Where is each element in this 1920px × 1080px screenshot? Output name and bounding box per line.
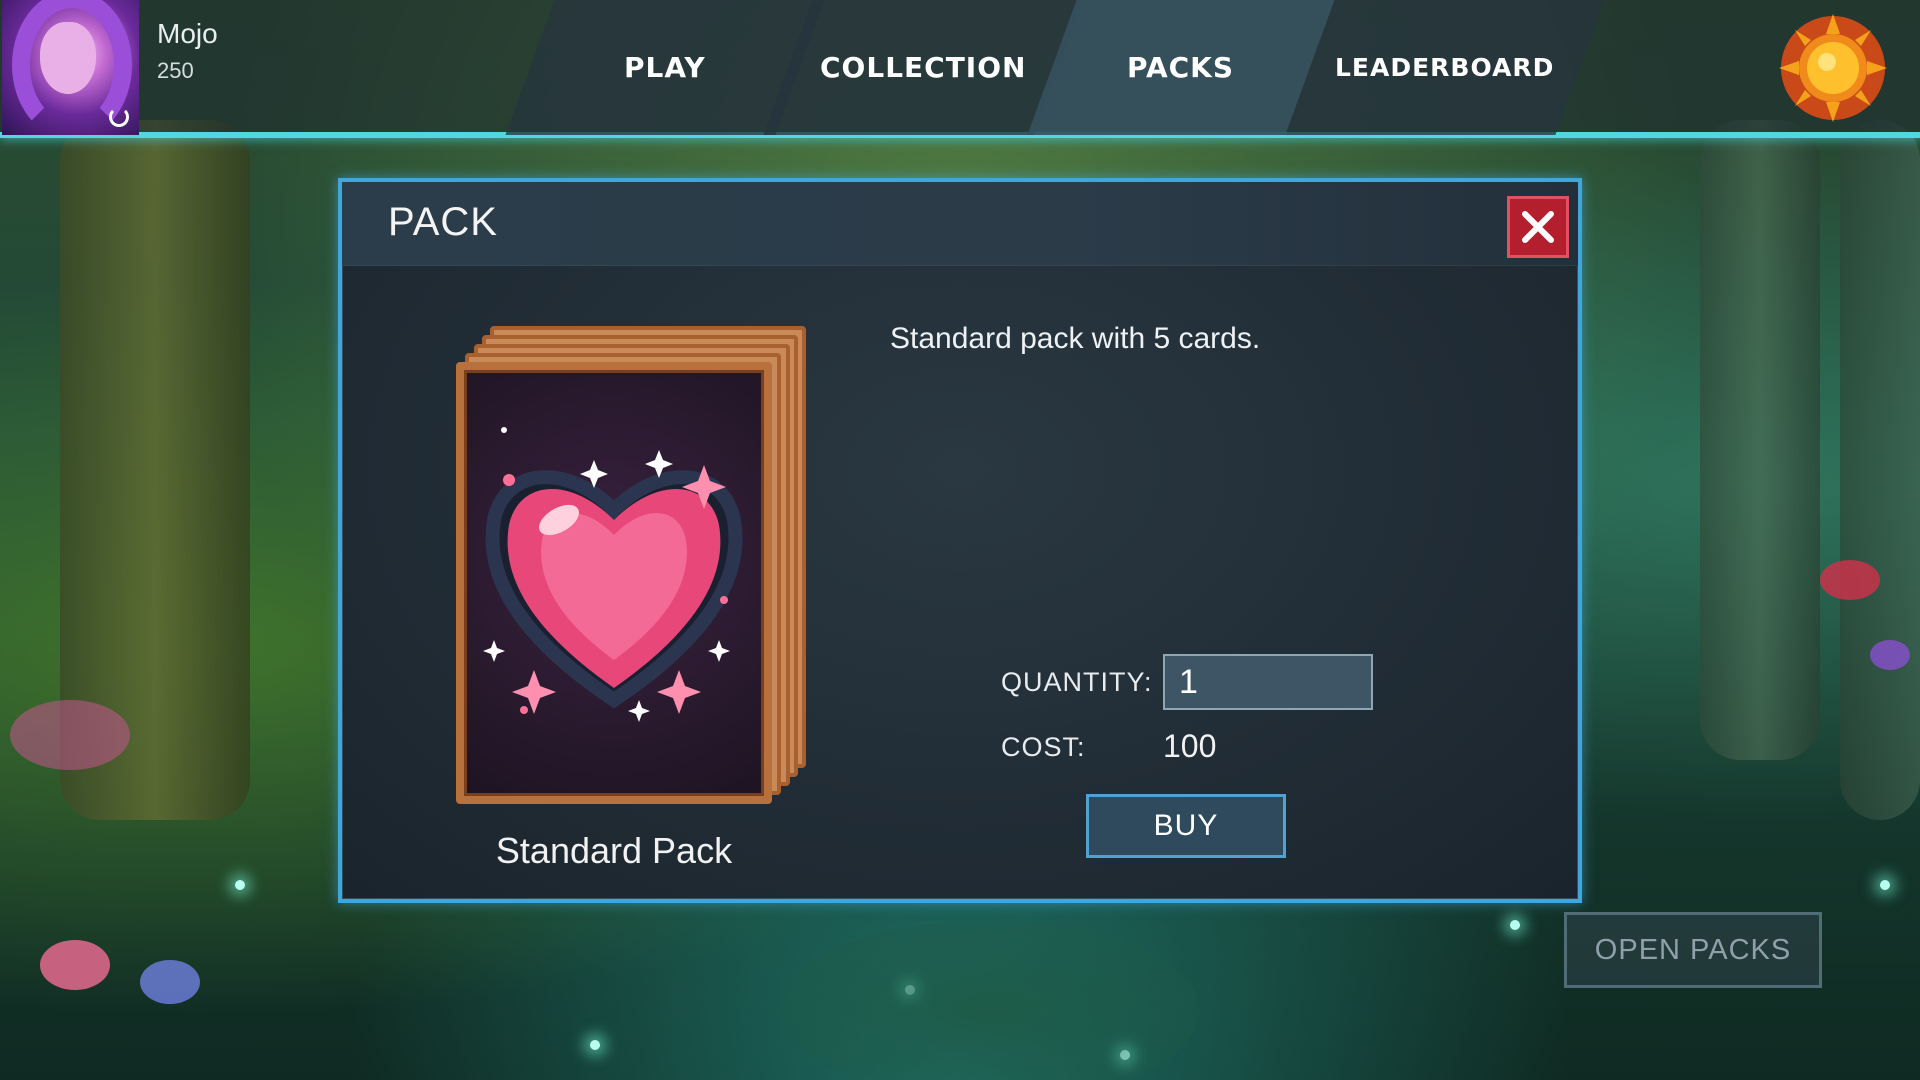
foliage (780, 920, 1200, 1080)
tab-packs[interactable]: PACKS (1027, 0, 1335, 135)
firefly (1880, 880, 1890, 890)
pack-modal: PACK Standard Pack Standard pack with 5 … (338, 178, 1582, 903)
tab-leaderboard[interactable]: LEADERBOARD (1285, 0, 1605, 135)
close-icon (1522, 211, 1554, 243)
tab-label: LEADERBOARD (1335, 53, 1555, 82)
modal-header: PACK (342, 182, 1578, 266)
player-avatar[interactable] (2, 0, 139, 135)
firefly (235, 880, 245, 890)
cost-value: 100 (1163, 728, 1217, 764)
pack-name: Standard Pack (495, 830, 733, 871)
quantity-input[interactable] (1163, 654, 1373, 710)
top-bar: Mojo 250 PLAY COLLECTION PACKS LEADERBOA… (0, 0, 1920, 138)
player-coins: 250 (157, 58, 194, 83)
flower (1870, 640, 1910, 670)
quantity-label: QUANTITY: (1001, 667, 1153, 697)
player-name: Mojo (157, 18, 218, 49)
firefly (590, 1040, 600, 1050)
tab-label: PLAY (624, 51, 706, 84)
flower (140, 960, 200, 1004)
pack-description: Standard pack with 5 cards. (890, 322, 1261, 355)
cost-label: COST: (1001, 732, 1086, 762)
open-packs-button[interactable]: OPEN PACKS (1564, 912, 1822, 988)
tab-label: PACKS (1127, 51, 1235, 84)
tree-trunk (1700, 120, 1820, 760)
firefly (1510, 920, 1520, 930)
flower (40, 940, 110, 990)
flower (1820, 560, 1880, 600)
close-button[interactable] (1507, 196, 1569, 258)
modal-title: PACK (388, 200, 498, 244)
pack-card-stack[interactable] (456, 326, 806, 804)
tree-trunk (1840, 120, 1920, 820)
buy-button[interactable]: BUY (1086, 794, 1286, 858)
avatar-face (40, 22, 96, 94)
sun-emblem-icon[interactable] (1777, 12, 1889, 124)
pack-card-front (456, 362, 772, 804)
tab-label: COLLECTION (819, 51, 1027, 84)
refresh-icon[interactable] (109, 107, 129, 127)
heart-gem-icon (483, 427, 743, 722)
flower (10, 700, 130, 770)
